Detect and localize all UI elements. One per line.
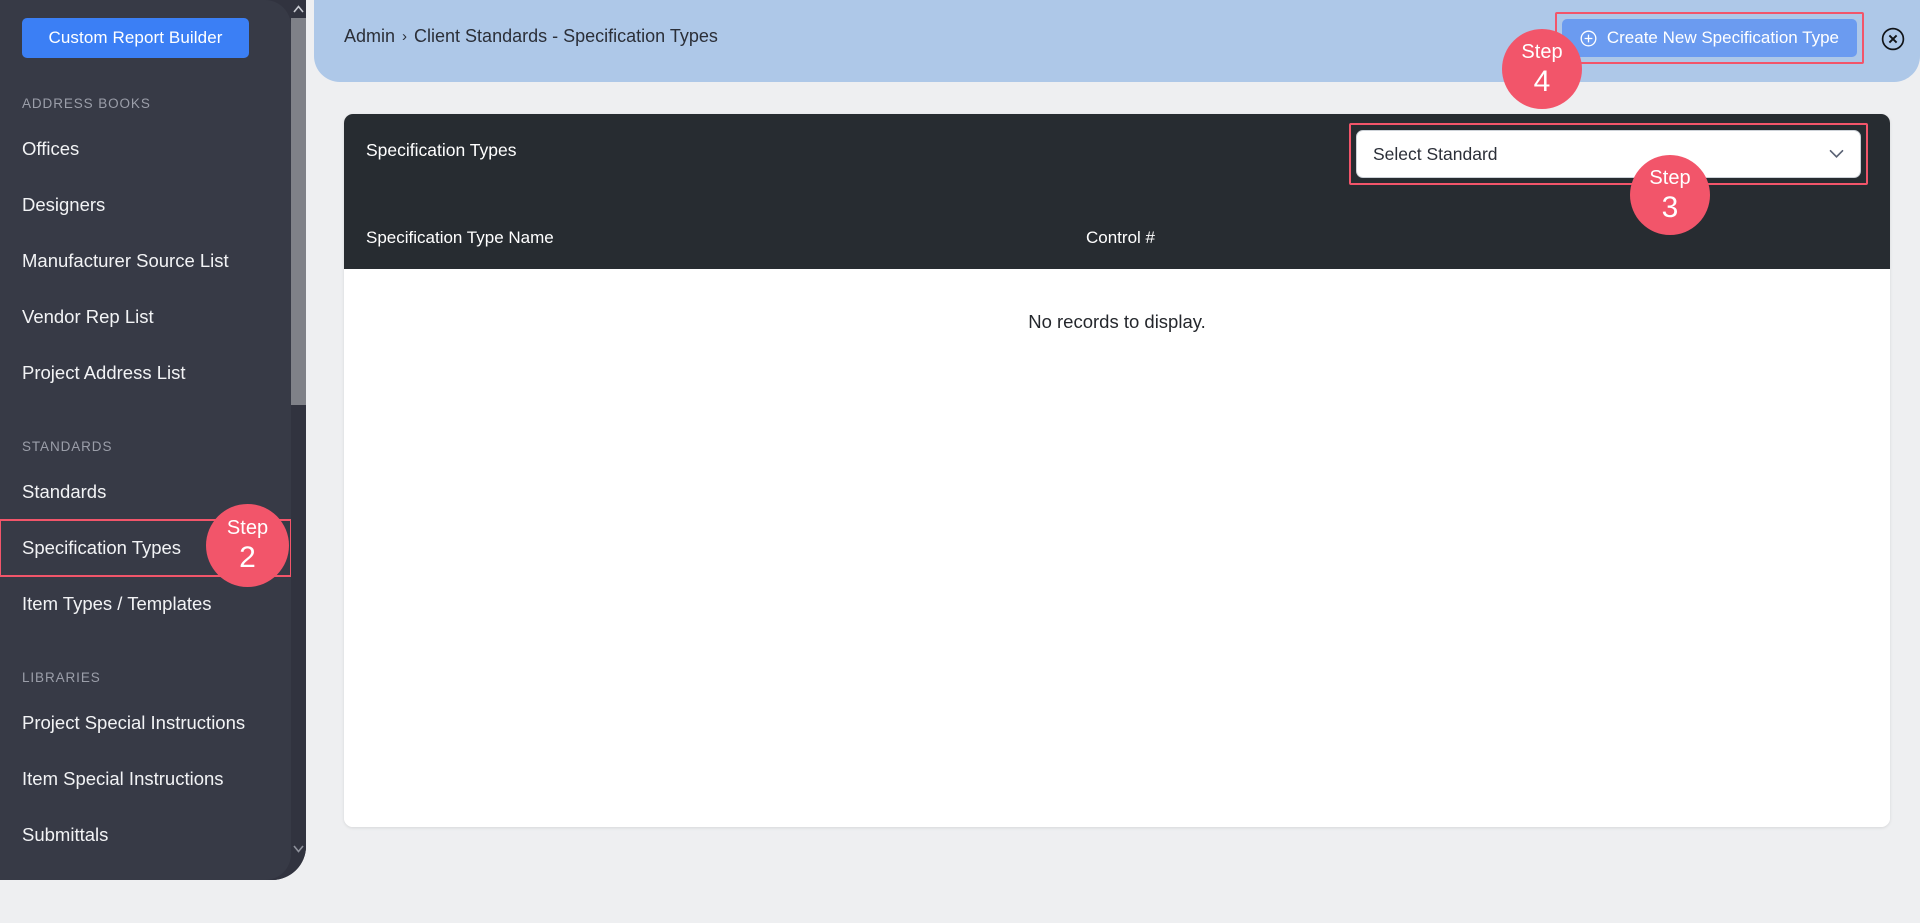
select-standard-value: Select Standard [1373,143,1498,164]
sidebar-item-submittals[interactable]: Submittals [0,807,291,863]
custom-report-builder-button[interactable]: Custom Report Builder [22,18,249,58]
sidebar-nav: Custom Report Builder ADDRESS BOOKS Offi… [0,0,292,880]
breadcrumb-separator-icon: › [402,28,408,45]
step-badge-2: Step 2 [206,504,289,587]
sidebar-item-designers[interactable]: Designers [0,177,291,233]
select-standard-dropdown[interactable]: Select Standard [1356,130,1861,178]
step-badge-3-word: Step [1649,166,1691,189]
page-header: Admin › Client Standards - Specification… [314,0,1920,82]
sidebar-section-standards: STANDARDS [22,439,113,454]
create-button-label: Create New Specification Type [1606,28,1839,47]
scroll-up-arrow-icon[interactable] [291,0,306,18]
step-badge-4: Step 4 [1502,29,1582,109]
step-badge-4-number: 4 [1533,64,1551,98]
empty-state-message: No records to display. [1028,311,1206,332]
create-button-highlight: Create New Specification Type [1554,12,1864,64]
sidebar-item-manufacturer-source-list[interactable]: Manufacturer Source List [0,233,291,289]
sidebar-item-project-special-instructions[interactable]: Project Special Instructions [0,695,291,751]
sidebar: Custom Report Builder ADDRESS BOOKS Offi… [0,0,306,880]
card-title: Specification Types [366,140,517,160]
close-circle-icon[interactable] [1880,26,1906,52]
table-body: No records to display. [344,269,1890,827]
plus-circle-icon [1580,30,1597,47]
step-badge-3: Step 3 [1630,155,1710,235]
breadcrumb: Admin › Client Standards - Specification… [344,26,718,47]
column-header-specification-type-name[interactable]: Specification Type Name [366,228,1086,248]
breadcrumb-root[interactable]: Admin [344,26,395,47]
sidebar-section-libraries: LIBRARIES [22,670,101,685]
step-badge-2-word: Step [226,517,269,539]
sidebar-item-vendor-rep-list[interactable]: Vendor Rep List [0,289,291,345]
step-badge-2-number: 2 [239,541,256,574]
breadcrumb-current: Client Standards - Specification Types [414,26,718,46]
sidebar-item-project-address-list[interactable]: Project Address List [0,345,291,401]
custom-report-builder-wrap: Custom Report Builder [0,18,291,58]
sidebar-item-units-of-measure[interactable]: Units of Measure [0,863,291,880]
sidebar-scroll-area: Custom Report Builder ADDRESS BOOKS Offi… [0,0,306,880]
sidebar-item-item-special-instructions[interactable]: Item Special Instructions [0,751,291,807]
select-standard-highlight: Select Standard [1349,123,1868,185]
sidebar-scrollbar-thumb[interactable] [291,18,306,405]
sidebar-item-offices[interactable]: Offices [0,121,291,177]
column-header-control-number[interactable]: Control # [1086,228,1486,248]
step-badge-3-number: 3 [1661,190,1679,224]
step-badge-4-word: Step [1521,40,1563,63]
sidebar-section-address-books: ADDRESS BOOKS [22,96,151,111]
chevron-down-icon [1829,149,1844,159]
create-new-specification-type-button[interactable]: Create New Specification Type [1561,19,1857,57]
scroll-down-arrow-icon[interactable] [291,840,306,858]
